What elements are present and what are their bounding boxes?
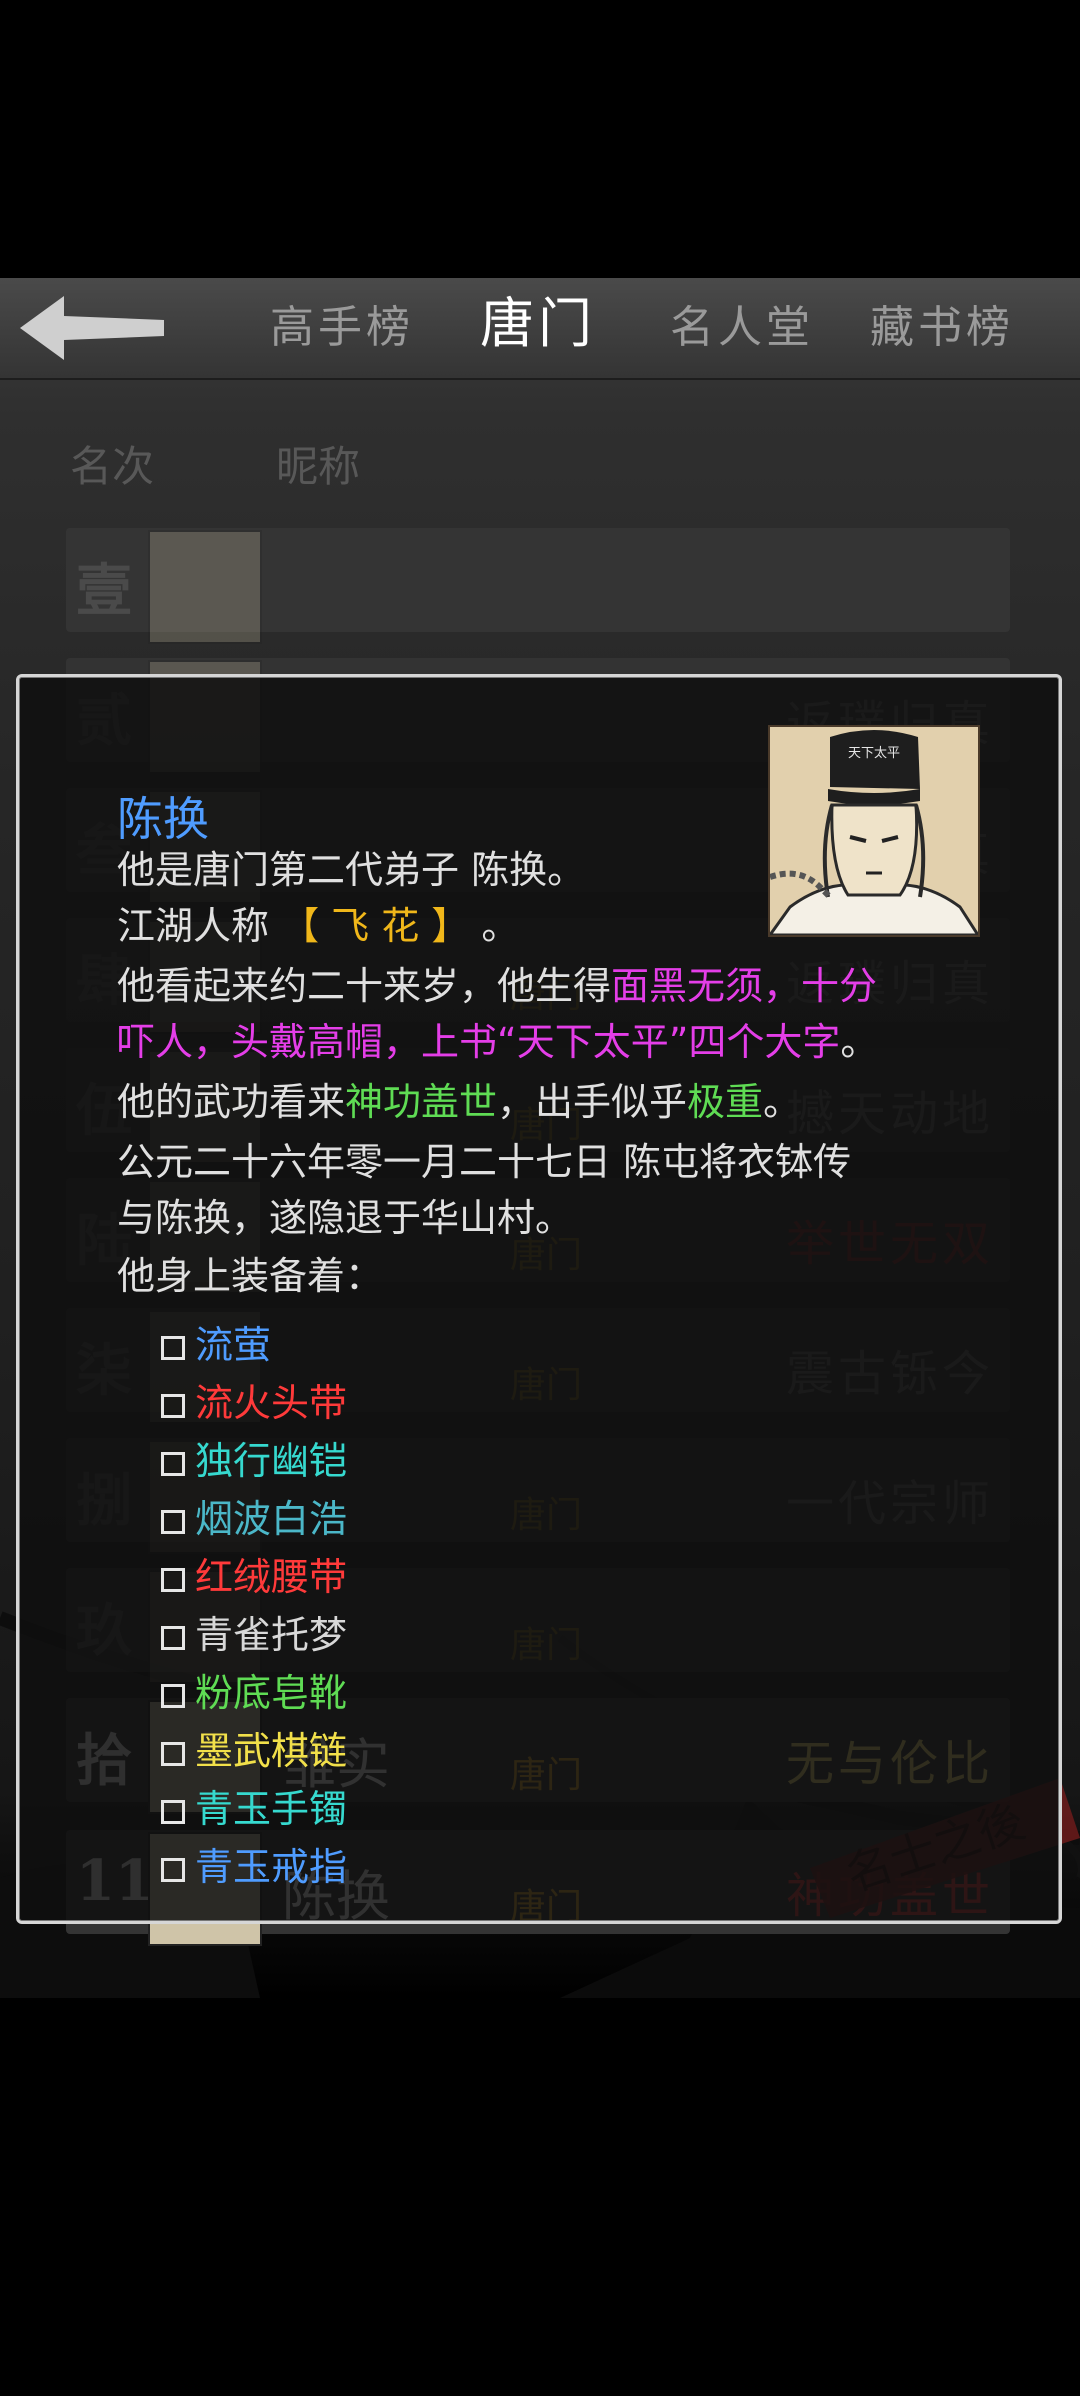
equipment-name: 独行幽铠 xyxy=(195,1439,348,1483)
checkbox-icon[interactable] xyxy=(161,1625,185,1650)
equipment-item[interactable]: 烟波白浩 xyxy=(161,1491,347,1547)
equipment-item[interactable]: 独行幽铠 xyxy=(161,1433,347,1489)
character-name: 陈换 xyxy=(117,792,209,846)
desc-appearance-1: 他看起来约二十来岁，他生得面黑无须，十分 xyxy=(117,964,878,1008)
equipment-name: 青玉手镯 xyxy=(195,1787,348,1831)
checkbox-icon[interactable] xyxy=(161,1509,185,1534)
checkbox-icon[interactable] xyxy=(161,1741,185,1766)
equipment-item[interactable]: 粉底皂靴 xyxy=(161,1665,347,1721)
equipment-name: 烟波白浩 xyxy=(195,1497,348,1541)
ranking-row[interactable]: 壹 xyxy=(66,528,1010,644)
equipment-item[interactable]: 青玉戒指 xyxy=(161,1839,347,1895)
back-arrow-icon[interactable] xyxy=(14,292,174,364)
equipment-name: 粉底皂靴 xyxy=(195,1671,348,1715)
equipment-name: 青玉戒指 xyxy=(195,1845,348,1889)
header-nickname: 昵称 xyxy=(276,442,361,491)
equipment-item[interactable]: 红绒腰带 xyxy=(161,1549,347,1605)
top-navigation-bar: 高手榜 唐门 名人堂 藏书榜 xyxy=(0,278,1080,380)
nickname-label: 【 飞 花 】 xyxy=(281,904,470,948)
character-portrait: 天下太平 xyxy=(768,725,980,937)
checkbox-icon[interactable] xyxy=(161,1857,185,1882)
checkbox-icon[interactable] xyxy=(161,1567,185,1592)
equipment-name: 红绒腰带 xyxy=(195,1555,348,1599)
header-rank: 名次 xyxy=(70,442,155,491)
checkbox-icon[interactable] xyxy=(161,1799,185,1824)
tab-hall-of-fame[interactable]: 名人堂 xyxy=(670,298,814,358)
equipment-name: 墨武棋链 xyxy=(195,1729,348,1773)
tab-book-ranking[interactable]: 藏书榜 xyxy=(870,298,1014,358)
equipment-name: 青雀托梦 xyxy=(195,1613,348,1657)
equipment-name: 流萤 xyxy=(195,1323,272,1367)
equipment-item[interactable]: 青雀托梦 xyxy=(161,1607,347,1663)
equipment-item[interactable]: 青玉手镯 xyxy=(161,1781,347,1837)
tab-experts-ranking[interactable]: 高手榜 xyxy=(270,298,414,358)
character-portrait-drawing: 天下太平 xyxy=(770,727,978,935)
svg-text:天下太平: 天下太平 xyxy=(848,746,900,761)
desc-lineage: 他是唐门第二代弟子 陈换。 xyxy=(117,848,586,892)
checkbox-icon[interactable] xyxy=(161,1393,185,1418)
checkbox-icon[interactable] xyxy=(161,1683,185,1708)
desc-nickname: 江湖人称 【 飞 花 】 。 xyxy=(117,904,520,948)
equipment-heading: 他身上装备着： xyxy=(117,1254,384,1298)
rank-number: 壹 xyxy=(76,558,132,624)
avatar xyxy=(148,530,262,644)
desc-history-2: 与陈换，遂隐退于华山村。 xyxy=(117,1196,574,1240)
checkbox-icon[interactable] xyxy=(161,1451,185,1476)
equipment-item[interactable]: 流火头带 xyxy=(161,1375,347,1431)
equipment-item[interactable]: 流萤 xyxy=(161,1317,271,1373)
desc-history-1: 公元二十六年零一月二十七日 陈屯将衣钵传 xyxy=(117,1140,852,1184)
checkbox-icon[interactable] xyxy=(161,1335,185,1360)
equipment-item[interactable]: 墨武棋链 xyxy=(161,1723,347,1779)
desc-appearance-2: 吓人，头戴高帽，上书“天下太平”四个大字。 xyxy=(117,1020,879,1064)
equipment-name: 流火头带 xyxy=(195,1381,348,1425)
game-screen: 高手榜 唐门 名人堂 藏书榜 名次 昵称 壹贰返璞归真叁返璞归真肆唐门返璞归真伍… xyxy=(0,278,1080,1998)
tab-tangmen[interactable]: 唐门 xyxy=(480,294,596,354)
character-info-dialog: 天下太平 陈换 他是唐门第二代弟子 陈换。 江湖人称 【 飞 花 】 。 他看起… xyxy=(16,674,1062,1924)
desc-martial-arts: 他的武功看来神功盖世，出手似乎极重。 xyxy=(117,1080,802,1124)
